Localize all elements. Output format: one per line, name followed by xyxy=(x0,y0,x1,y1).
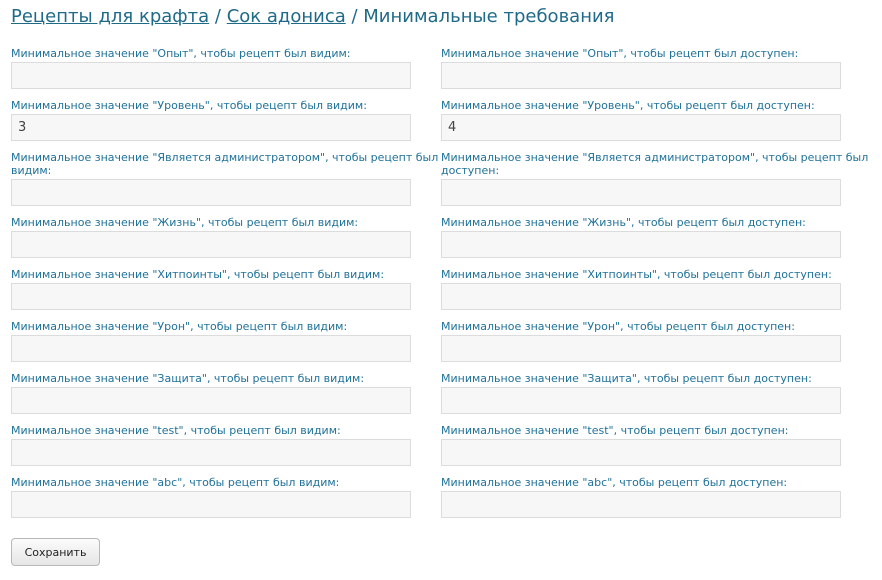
damage-visible-input[interactable] xyxy=(11,335,411,362)
field-experience-visible: Минимальное значение "Опыт", чтобы рецеп… xyxy=(11,46,441,98)
field-abc-visible: Минимальное значение "abc", чтобы рецепт… xyxy=(11,475,441,527)
abc-available-input[interactable] xyxy=(441,491,841,518)
available-requirements-column: Минимальное значение "Опыт", чтобы рецеп… xyxy=(441,46,871,527)
field-damage-available: Минимальное значение "Урон", чтобы рецеп… xyxy=(441,319,871,371)
field-label: Минимальное значение "Защита", чтобы рец… xyxy=(441,372,812,385)
page-title: Рецепты для крафта / Сок адониса / Миним… xyxy=(11,6,615,27)
field-test-available: Минимальное значение "test", чтобы рецеп… xyxy=(441,423,871,475)
field-life-visible: Минимальное значение "Жизнь", чтобы реце… xyxy=(11,215,441,267)
field-level-visible: Минимальное значение "Уровень", чтобы ре… xyxy=(11,98,441,150)
breadcrumb-separator: / xyxy=(209,6,227,27)
life-visible-input[interactable] xyxy=(11,231,411,258)
field-defense-visible: Минимальное значение "Защита", чтобы рец… xyxy=(11,371,441,423)
experience-visible-input[interactable] xyxy=(11,62,411,89)
field-label: Минимальное значение "Является администр… xyxy=(11,151,439,177)
field-label: Минимальное значение "Урон", чтобы рецеп… xyxy=(441,320,795,333)
hitpoints-available-input[interactable] xyxy=(441,283,841,310)
defense-visible-input[interactable] xyxy=(11,387,411,414)
field-label: Минимальное значение "Уровень", чтобы ре… xyxy=(441,99,815,112)
test-visible-input[interactable] xyxy=(11,439,411,466)
admin-visible-input[interactable] xyxy=(11,179,411,206)
experience-available-input[interactable] xyxy=(441,62,841,89)
field-hitpoints-available: Минимальное значение "Хитпоинты", чтобы … xyxy=(441,267,871,319)
field-label: Минимальное значение "Жизнь", чтобы реце… xyxy=(441,216,806,229)
breadcrumb-link-recipes[interactable]: Рецепты для крафта xyxy=(11,6,209,27)
life-available-input[interactable] xyxy=(441,231,841,258)
field-label: Минимальное значение "abc", чтобы рецепт… xyxy=(11,476,340,489)
field-label: Минимальное значение "Опыт", чтобы рецеп… xyxy=(441,47,799,60)
field-damage-visible: Минимальное значение "Урон", чтобы рецеп… xyxy=(11,319,441,371)
field-label: Минимальное значение "Опыт", чтобы рецеп… xyxy=(11,47,351,60)
field-label: Минимальное значение "test", чтобы рецеп… xyxy=(11,424,341,437)
visible-requirements-column: Минимальное значение "Опыт", чтобы рецеп… xyxy=(11,46,441,527)
field-label: Минимальное значение "Хитпоинты", чтобы … xyxy=(11,268,385,281)
field-label: Минимальное значение "test", чтобы рецеп… xyxy=(441,424,789,437)
field-label: Минимальное значение "Является администр… xyxy=(441,151,869,177)
field-admin-visible: Минимальное значение "Является администр… xyxy=(11,150,441,215)
field-life-available: Минимальное значение "Жизнь", чтобы реце… xyxy=(441,215,871,267)
field-level-available: Минимальное значение "Уровень", чтобы ре… xyxy=(441,98,871,150)
field-hitpoints-visible: Минимальное значение "Хитпоинты", чтобы … xyxy=(11,267,441,319)
save-button[interactable]: Сохранить xyxy=(11,538,100,566)
field-label: Минимальное значение "abc", чтобы рецепт… xyxy=(441,476,788,489)
damage-available-input[interactable] xyxy=(441,335,841,362)
field-abc-available: Минимальное значение "abc", чтобы рецепт… xyxy=(441,475,871,527)
field-label: Минимальное значение "Жизнь", чтобы реце… xyxy=(11,216,359,229)
test-available-input[interactable] xyxy=(441,439,841,466)
field-label: Минимальное значение "Защита", чтобы рец… xyxy=(11,372,365,385)
breadcrumb-link-recipe[interactable]: Сок адониса xyxy=(227,6,346,27)
field-label: Минимальное значение "Хитпоинты", чтобы … xyxy=(441,268,832,281)
field-experience-available: Минимальное значение "Опыт", чтобы рецеп… xyxy=(441,46,871,98)
hitpoints-visible-input[interactable] xyxy=(11,283,411,310)
level-available-input[interactable] xyxy=(441,114,841,141)
defense-available-input[interactable] xyxy=(441,387,841,414)
field-admin-available: Минимальное значение "Является администр… xyxy=(441,150,871,215)
level-visible-input[interactable] xyxy=(11,114,411,141)
field-defense-available: Минимальное значение "Защита", чтобы рец… xyxy=(441,371,871,423)
admin-available-input[interactable] xyxy=(441,179,841,206)
field-test-visible: Минимальное значение "test", чтобы рецеп… xyxy=(11,423,441,475)
field-label: Минимальное значение "Урон", чтобы рецеп… xyxy=(11,320,348,333)
breadcrumb-separator: / xyxy=(345,6,364,27)
breadcrumb-current: Минимальные требования xyxy=(363,6,615,27)
field-label: Минимальное значение "Уровень", чтобы ре… xyxy=(11,99,367,112)
abc-visible-input[interactable] xyxy=(11,491,411,518)
